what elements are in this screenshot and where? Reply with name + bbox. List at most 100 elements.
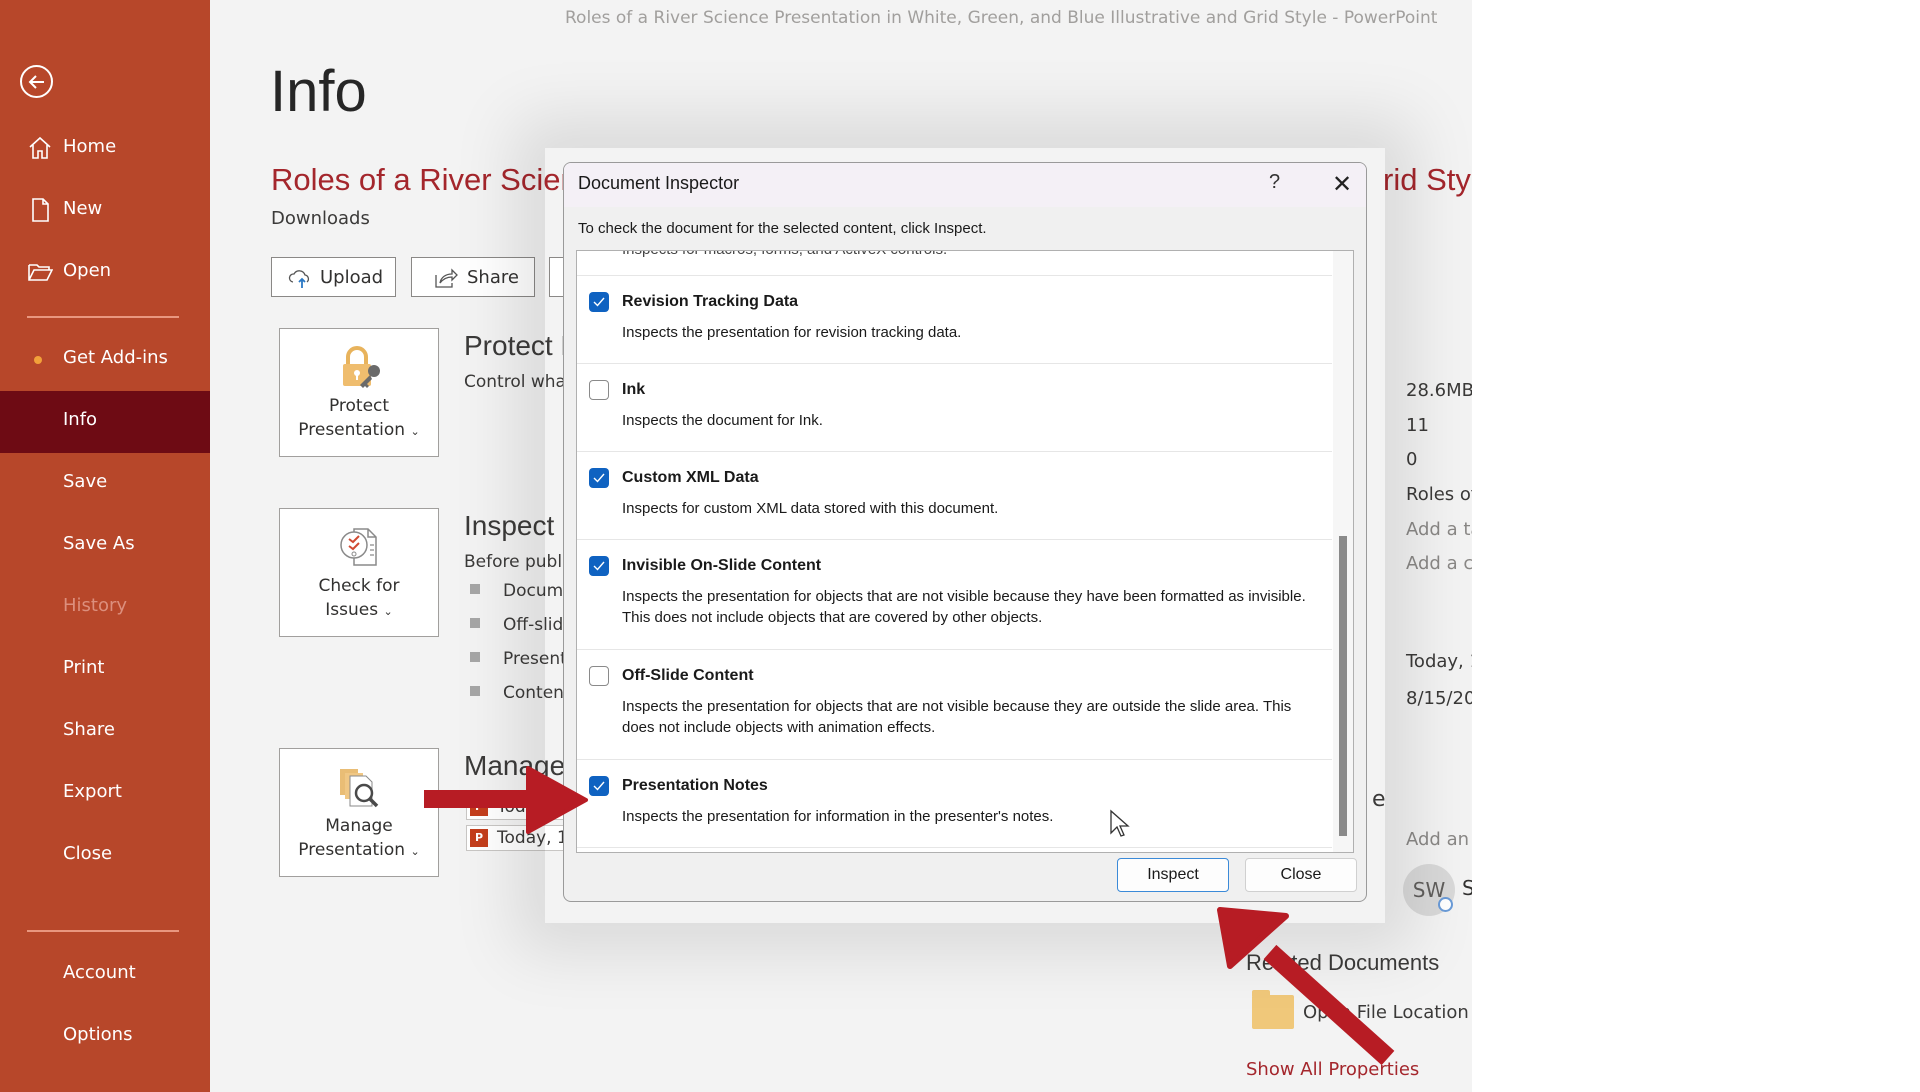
property-categories[interactable]: Add a ca: [1406, 553, 1472, 574]
version-label: Toda: [497, 797, 537, 817]
property-hidden-slides: 0: [1406, 449, 1418, 470]
help-icon[interactable]: ?: [1269, 171, 1280, 194]
checkbox-revision-tracking[interactable]: [589, 292, 609, 312]
manage-versions-icon: [340, 769, 379, 808]
close-icon[interactable]: ✕: [1332, 170, 1352, 199]
share-label: Share: [467, 267, 519, 288]
check-issues-label-text: Issues: [325, 600, 379, 620]
sidebar-item-history: History: [0, 577, 210, 639]
sidebar-item-open[interactable]: Open: [0, 242, 210, 304]
manage-presentation-button[interactable]: Manage Presentation ⌄: [279, 748, 439, 877]
list-item: Presentation Notes Inspects the presenta…: [577, 760, 1332, 848]
author-name: S: [1462, 876, 1472, 900]
back-arrow-icon: [28, 75, 44, 89]
sidebar-item-close[interactable]: Close: [0, 825, 210, 887]
list-item: Inspects for macros, forms, and ActiveX …: [577, 251, 1332, 276]
upload-label: Upload: [320, 267, 384, 288]
title-bar: Roles of a River Science Presentation in…: [210, 0, 1472, 40]
sidebar-item-new[interactable]: New: [0, 180, 210, 242]
manage-label-line2: Presentation ⌄: [280, 840, 438, 860]
share-icon: [435, 268, 458, 288]
back-button[interactable]: [20, 65, 53, 98]
protect-label-line1: Protect: [328, 396, 390, 416]
item-name: Invisible On-Slide Content: [622, 557, 822, 574]
checkbox-presentation-notes[interactable]: [589, 776, 609, 796]
item-description: Inspects the document for Ink.: [622, 412, 823, 429]
checkbox-ink[interactable]: [589, 380, 609, 400]
sidebar-item-save-as[interactable]: Save As: [0, 515, 210, 577]
new-document-icon: [32, 198, 49, 222]
check-issues-icon: [340, 528, 377, 566]
inspect-description: Before publis: [464, 552, 576, 572]
item-description: Inspects the presentation for revision t…: [622, 324, 962, 341]
document-title-tail: rid Sty: [1383, 162, 1471, 197]
version-item[interactable]: P Today, 1: [466, 825, 568, 851]
annotation-arrow-diagonal-icon: [1217, 907, 1395, 1066]
version-item[interactable]: P Toda: [466, 794, 566, 820]
protect-presentation-button[interactable]: Protect Presentation ⌄: [279, 328, 439, 457]
sidebar-item-options[interactable]: Options: [0, 1006, 210, 1068]
sidebar-item-label: Close: [63, 843, 113, 864]
protect-label-text: Presentation: [298, 420, 406, 440]
inspect-button[interactable]: Inspect: [1117, 858, 1229, 892]
scrollbar-thumb[interactable]: [1339, 536, 1347, 836]
presence-icon: [1438, 897, 1453, 912]
manage-label-line1: Manage: [325, 816, 393, 836]
protect-heading: Protect P: [464, 330, 580, 361]
property-title[interactable]: Roles of: [1406, 484, 1472, 505]
item-name: Custom XML Data: [622, 469, 759, 486]
show-all-properties-link[interactable]: Show All Properties: [1246, 1059, 1419, 1080]
inspection-options-list: Inspects for macros, forms, and ActiveX …: [576, 250, 1354, 853]
sidebar-item-export[interactable]: Export: [0, 763, 210, 825]
open-folder-icon: [28, 264, 53, 281]
bullet-icon: [470, 686, 480, 696]
related-documents-heading: Related Documents: [1246, 950, 1440, 975]
protect-description: Control what: [464, 372, 573, 392]
sidebar-item-account[interactable]: Account: [0, 944, 210, 1006]
property-last-modified: Today, 1: [1406, 651, 1472, 672]
manage-label-text: Presentation: [298, 840, 406, 860]
sidebar-item-label: Options: [63, 1024, 133, 1045]
checkbox-off-slide[interactable]: [589, 666, 609, 686]
inspect-bullet: Off-slid: [503, 615, 564, 635]
lock-key-icon: [343, 346, 380, 388]
folder-icon: [1252, 990, 1294, 1029]
sidebar-item-info[interactable]: Info: [0, 391, 210, 453]
cloud-upload-icon: [288, 270, 310, 288]
sidebar-item-label: Get Add-ins: [63, 347, 168, 368]
check-issues-label-line2: Issues ⌄: [280, 600, 438, 620]
sidebar-item-label: Save: [63, 471, 108, 492]
close-button[interactable]: Close: [1245, 858, 1357, 892]
version-label: Today, 1: [497, 828, 568, 848]
property-created: 8/15/20: [1406, 688, 1472, 709]
sidebar-item-share[interactable]: Share: [0, 701, 210, 763]
check-for-issues-button[interactable]: Check for Issues ⌄: [279, 508, 439, 637]
sidebar-divider: [27, 930, 179, 932]
bullet-icon: [470, 584, 480, 594]
sidebar-item-save[interactable]: Save: [0, 453, 210, 515]
sidebar-item-print[interactable]: Print: [0, 639, 210, 701]
sidebar-item-label: Save As: [63, 533, 135, 554]
checkmark-icon: [593, 297, 605, 307]
list-item: Revision Tracking Data Inspects the pres…: [577, 276, 1332, 364]
sidebar-item-get-add-ins[interactable]: Get Add-ins: [0, 329, 210, 391]
checkbox-custom-xml[interactable]: [589, 468, 609, 488]
open-file-location-link[interactable]: Open File Location: [1303, 1002, 1469, 1023]
list-scrollbar[interactable]: [1333, 251, 1353, 852]
checkmark-icon: [593, 561, 605, 571]
dialog-instruction: To check the document for the selected c…: [578, 220, 987, 237]
protect-label-line2: Presentation ⌄: [280, 420, 438, 440]
sidebar-item-home[interactable]: Home: [0, 118, 210, 180]
item-name: Presentation Notes: [622, 777, 768, 794]
share-button[interactable]: Share: [411, 257, 535, 297]
property-size: 28.6MB: [1406, 380, 1472, 401]
add-author[interactable]: Add an a: [1406, 829, 1472, 850]
upload-button[interactable]: Upload: [271, 257, 396, 297]
dialog-title-bar: Document Inspector ? ✕: [564, 163, 1366, 207]
property-tags[interactable]: Add a ta: [1406, 519, 1472, 540]
sidebar-item-label: Account: [63, 962, 136, 983]
sidebar-item-label: Export: [63, 781, 122, 802]
item-name: Ink: [622, 381, 646, 398]
property-slides: 11: [1406, 415, 1429, 436]
checkbox-invisible-on-slide[interactable]: [589, 556, 609, 576]
